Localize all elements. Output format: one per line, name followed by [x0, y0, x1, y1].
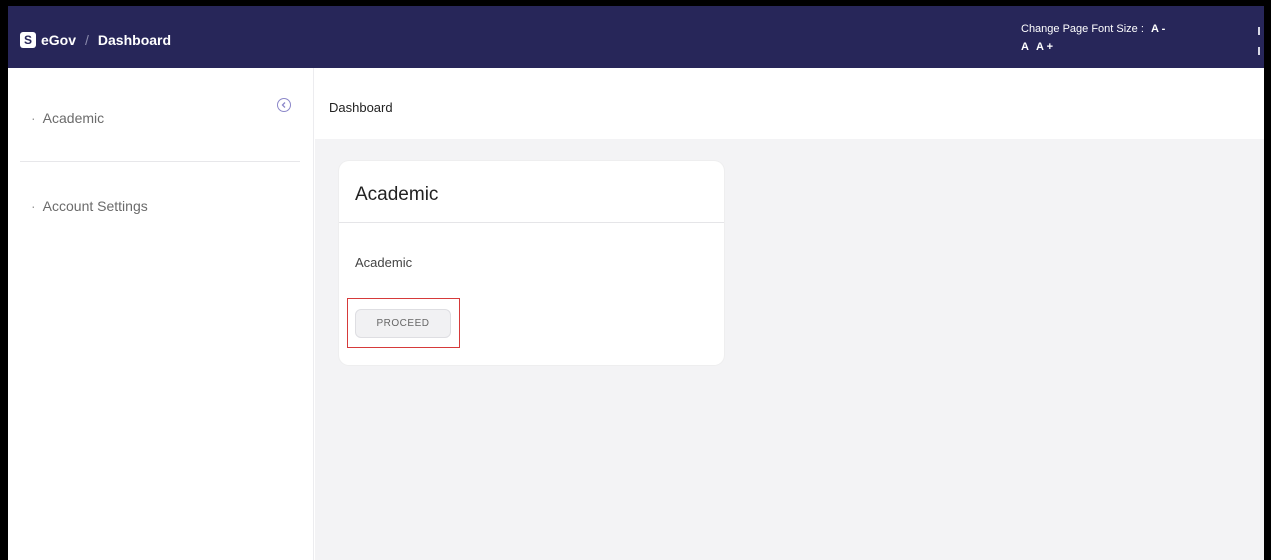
font-size-controls: Change Page Font Size : A - A A +	[1021, 21, 1165, 56]
breadcrumb-separator: /	[85, 32, 89, 48]
app-logo-icon: S	[20, 32, 36, 48]
font-decrease-button[interactable]: A -	[1151, 23, 1165, 35]
proceed-button[interactable]: PROCEED	[355, 309, 451, 338]
app-name-link[interactable]: eGov	[41, 32, 76, 48]
breadcrumb-current-page: Dashboard	[97, 32, 172, 48]
bullet-icon: ·	[31, 198, 36, 214]
page-title: Dashboard	[329, 100, 393, 115]
collapse-sidebar-icon[interactable]	[277, 98, 291, 112]
academic-card: Academic Academic PROCEED	[339, 161, 724, 365]
sidebar-item-label: Academic	[42, 110, 105, 126]
sidebar: · Academic · Account Settings	[8, 68, 314, 560]
sidebar-divider	[20, 161, 300, 162]
card-title: Academic	[355, 184, 439, 205]
font-default-button[interactable]: A	[1021, 41, 1029, 53]
card-divider	[339, 222, 724, 223]
clipped-control-mark	[1258, 47, 1260, 55]
breadcrumb: S eGov / Dashboard	[20, 32, 171, 48]
clipped-control-mark	[1258, 27, 1260, 35]
bullet-icon: ·	[31, 110, 36, 126]
sidebar-item-academic[interactable]: · Academic	[31, 110, 104, 126]
sidebar-item-account-settings[interactable]: · Account Settings	[31, 198, 148, 214]
top-navbar: S eGov / Dashboard Change Page Font Size…	[8, 6, 1264, 68]
font-increase-button[interactable]: A +	[1036, 41, 1053, 53]
card-description: Academic	[355, 255, 413, 270]
sidebar-item-label: Account Settings	[42, 198, 148, 214]
app-window: S eGov / Dashboard Change Page Font Size…	[8, 6, 1264, 560]
font-size-label: Change Page Font Size :	[1021, 23, 1144, 35]
page-header: Dashboard	[315, 68, 1264, 139]
main-content: Dashboard Academic Academic PROCEED	[315, 68, 1264, 560]
